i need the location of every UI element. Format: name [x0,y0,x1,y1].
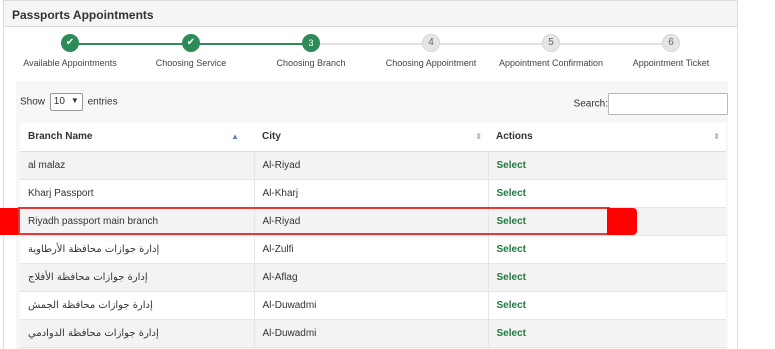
column-header-actions[interactable]: Actions ⬍ [488,123,726,152]
select-branch-button[interactable]: Select [497,328,526,339]
step-label: Choosing Service [155,58,227,68]
table-header-row: Branch Name ▲ City ⬍ Actions ⬍ [20,123,726,152]
search-input[interactable] [608,93,728,115]
table-row: Kharj Passport Al-Kharj Select [20,179,726,208]
city-cell: Al-Aflag [253,263,488,292]
actions-cell: Select [487,263,726,292]
chevron-down-icon: ▼ [70,96,79,105]
branches-table: Branch Name ▲ City ⬍ Actions ⬍ al malaz Al-… [20,123,726,348]
select-branch-button[interactable]: Select [497,244,526,255]
sort-icon: ⬍ [713,132,720,141]
entries-value: 10 [53,96,65,107]
highlight-marker-left [0,208,18,235]
step-number: 4 [422,34,440,52]
step-choosing-branch: 3 Choosing Branch [251,34,371,68]
step-label: Choosing Appointment [385,58,477,68]
select-branch-button[interactable]: Select [497,216,526,227]
city-cell: Al-Duwadmi [253,319,488,348]
column-header-branch-name[interactable]: Branch Name ▲ [20,123,254,152]
actions-cell: Select [487,179,726,208]
checkmark-icon: ✔ [61,34,79,52]
branch-name-cell: Riyadh passport main branch [20,207,254,236]
step-label: Appointment Confirmation [498,58,604,68]
city-cell: Al-Riyad [253,207,488,236]
branch-name-cell: إدارة جوازات محافظة الأرطاوية [20,235,254,264]
step-label: Appointment Ticket [632,58,710,68]
entries-select[interactable]: 10 ▼ [49,93,83,111]
branch-name-cell: إدارة جوازات محافظة الجمش [20,291,254,320]
actions-cell: Select [487,235,726,264]
panel-title: Passports Appointments [12,8,154,22]
step-appointment-ticket: 6 Appointment Ticket [611,34,731,68]
table-row: إدارة جوازات محافظة الأرطاوية Al-Zulfi S… [20,235,726,264]
branch-name-cell: al malaz [20,151,254,180]
panel-header: Passports Appointments [4,1,737,27]
actions-cell: Select [487,319,726,348]
table-row: al malaz Al-Riyad Select [20,151,726,180]
step-choosing-service: ✔ Choosing Service [131,34,251,68]
appointment-stepper: ✔ Available Appointments ✔ Choosing Serv… [4,27,739,79]
entries-length-control: Show 10 ▼ entries [20,93,118,111]
checkmark-icon: ✔ [182,34,200,52]
step-number: 3 [302,34,320,52]
select-branch-button[interactable]: Select [497,272,526,283]
header-label: Actions [496,131,533,143]
table-controls: Show 10 ▼ entries Search: [16,81,728,121]
highlight-marker-right [607,208,637,235]
branch-name-cell: إدارة جوازات محافظة الدوادمي [20,319,254,348]
select-branch-button[interactable]: Select [497,300,526,311]
step-number: 5 [542,34,560,52]
actions-cell: Select [487,151,726,180]
entries-label: entries [87,96,118,108]
branch-name-cell: إدارة جوازات محافظة الأفلاج [20,263,254,292]
step-choosing-appointment: 4 Choosing Appointment [371,34,491,68]
city-cell: Al-Duwadmi [253,291,488,320]
search-control: Search: [574,93,728,115]
table-row: إدارة جوازات محافظة الأفلاج Al-Aflag Sel… [20,263,726,292]
city-cell: Al-Kharj [253,179,488,208]
select-branch-button[interactable]: Select [497,160,526,171]
table-row: إدارة جوازات محافظة الدوادمي Al-Duwadmi … [20,319,726,348]
step-number: 6 [662,34,680,52]
step-appointment-confirmation: 5 Appointment Confirmation [491,34,611,68]
sort-icon: ⬍ [475,132,482,141]
step-available-appointments: ✔ Available Appointments [10,34,130,68]
show-label: Show [20,96,46,108]
select-branch-button[interactable]: Select [497,188,526,199]
step-label: Choosing Branch [276,58,346,68]
header-label: City [262,131,281,143]
column-header-city[interactable]: City ⬍ [254,123,488,152]
actions-cell: Select [487,291,726,320]
city-cell: Al-Zulfi [253,235,488,264]
step-label: Available Appointments [23,58,117,68]
passports-appointments-panel: Passports Appointments ✔ Available Appoi… [3,0,738,349]
table-row: إدارة جوازات محافظة الجمش Al-Duwadmi Sel… [20,291,726,320]
branch-name-cell: Kharj Passport [20,179,254,208]
search-label: Search: [573,98,608,110]
header-label: Branch Name [28,131,93,143]
sort-asc-icon: ▲ [231,132,239,141]
city-cell: Al-Riyad [253,151,488,180]
